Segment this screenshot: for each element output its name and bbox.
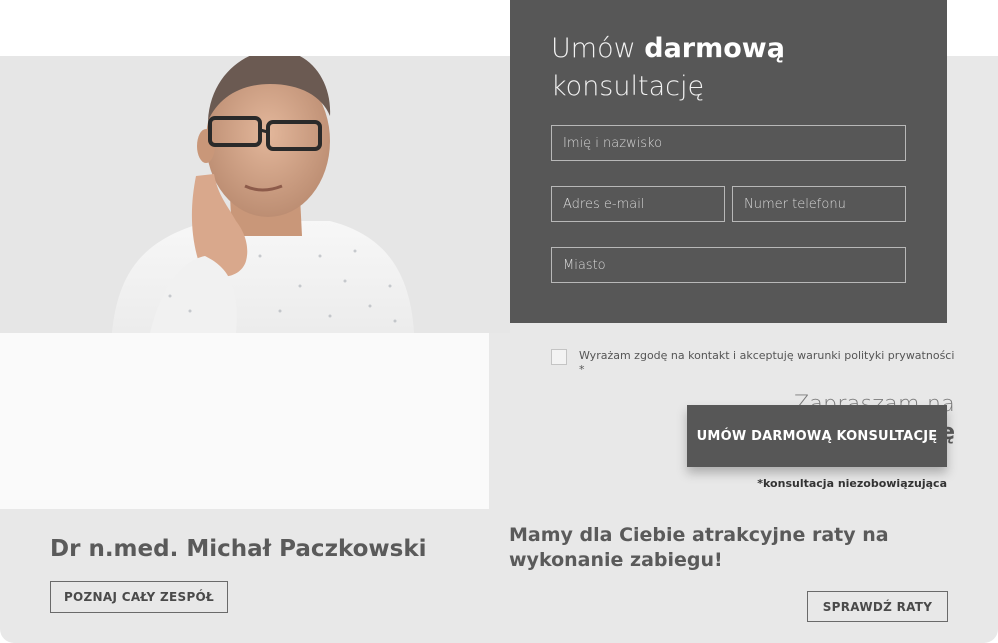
invite-panel — [0, 333, 489, 509]
consultation-note: *konsultacja niezobowiązująca — [757, 477, 947, 490]
name-field[interactable] — [551, 125, 906, 161]
installments-text: Mamy dla Ciebie atrakcyjne raty na wykon… — [509, 524, 889, 571]
consent-checkbox[interactable] — [551, 349, 567, 365]
form-title-line2: konsultację — [551, 71, 705, 102]
check-rates-button[interactable]: SPRAWDŹ RATY — [807, 591, 948, 622]
form-title: Umów darmową konsultację — [551, 30, 911, 106]
form-title-light: Umów — [551, 33, 645, 64]
consultation-banner: Zapraszam na darmową konsultację Umów da… — [0, 0, 998, 643]
form-title-bold: darmową — [644, 33, 785, 64]
submit-consultation-button[interactable]: UMÓW DARMOWĄ KONSULTACJĘ — [687, 405, 947, 467]
city-field[interactable] — [551, 247, 906, 283]
doctor-photo — [0, 56, 510, 333]
consent-label: Wyrażam zgodę na kontakt i akceptuję war… — [579, 349, 955, 376]
phone-field[interactable] — [732, 186, 906, 222]
email-field[interactable] — [551, 186, 725, 222]
doctor-name: Dr n.med. Michał Paczkowski — [50, 536, 427, 562]
team-button[interactable]: POZNAJ CAŁY ZESPÓŁ — [50, 581, 228, 613]
